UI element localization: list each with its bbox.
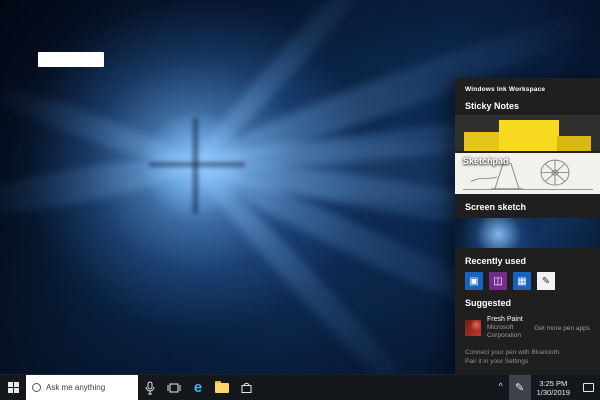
action-center-button[interactable] bbox=[576, 375, 600, 400]
recent-app-1-icon[interactable]: ▣ bbox=[465, 272, 483, 290]
search-placeholder: Ask me anything bbox=[46, 383, 105, 392]
edge-browser-button[interactable]: e bbox=[186, 375, 210, 400]
recently-used-label: Recently used bbox=[455, 248, 600, 270]
clock-date: 1/30/2019 bbox=[537, 388, 570, 397]
watermark-box bbox=[38, 52, 104, 67]
tray-chevron-up-button[interactable]: ^ bbox=[493, 375, 509, 400]
pair-in-settings-link[interactable]: Pair it in your Settings bbox=[465, 357, 590, 366]
panel-title: Windows Ink Workspace bbox=[455, 78, 600, 93]
action-center-icon bbox=[583, 383, 594, 392]
panel-footer: Connect your pen with Bluetooth. Pair it… bbox=[455, 340, 600, 374]
sketchpad-thumbnail[interactable]: Sketchpad bbox=[455, 153, 600, 194]
recent-app-2-icon[interactable]: ◫ bbox=[489, 272, 507, 290]
recent-app-4-icon[interactable]: ✎ bbox=[537, 272, 555, 290]
edge-icon: e bbox=[194, 380, 202, 395]
get-more-pen-apps-link[interactable]: Get more pen apps bbox=[534, 325, 590, 332]
store-button[interactable] bbox=[234, 375, 258, 400]
store-bag-icon bbox=[240, 381, 253, 394]
start-button[interactable] bbox=[0, 375, 26, 400]
recently-used-row: ▣ ◫ ▦ ✎ bbox=[455, 270, 600, 290]
ink-workspace-tray-button[interactable]: ✎ bbox=[509, 375, 531, 400]
bluetooth-hint-text: Connect your pen with Bluetooth. bbox=[465, 348, 590, 357]
windows-ink-workspace-panel: Windows Ink Workspace Sticky Notes Sketc… bbox=[455, 78, 600, 374]
screen-sketch-thumbnail[interactable] bbox=[455, 218, 600, 248]
windows-logo-icon bbox=[8, 382, 19, 393]
sticky-notes-thumbnail[interactable] bbox=[455, 115, 600, 151]
suggested-app-name: Fresh Paint bbox=[487, 316, 528, 324]
chevron-up-icon: ^ bbox=[499, 381, 503, 391]
desktop: Windows Ink Workspace Sticky Notes Sketc… bbox=[0, 0, 600, 400]
sticky-note-shape bbox=[499, 120, 560, 151]
taskbar-clock[interactable]: 3:25 PM 1/30/2019 bbox=[531, 375, 576, 400]
folder-icon bbox=[215, 383, 229, 393]
taskbar: Ask me anything e bbox=[0, 374, 600, 400]
window-logo-mullion bbox=[149, 162, 245, 167]
sticky-note-shape bbox=[557, 136, 592, 150]
sticky-note-shape bbox=[464, 132, 502, 151]
suggested-app-row[interactable]: Fresh Paint Microsoft Corporation Get mo… bbox=[455, 312, 600, 340]
taskbar-empty-area bbox=[258, 375, 493, 400]
sticky-notes-label: Sticky Notes bbox=[455, 93, 600, 115]
recent-app-3-icon[interactable]: ▦ bbox=[513, 272, 531, 290]
task-view-button[interactable] bbox=[162, 375, 186, 400]
microphone-button[interactable] bbox=[138, 375, 162, 400]
task-view-icon bbox=[167, 382, 181, 394]
pen-icon: ✎ bbox=[515, 381, 524, 394]
search-input[interactable]: Ask me anything bbox=[26, 375, 138, 400]
clock-time: 3:25 PM bbox=[539, 379, 567, 388]
screen-sketch-label: Screen sketch bbox=[455, 194, 600, 216]
sketchpad-label: Sketchpad bbox=[463, 156, 509, 166]
file-explorer-button[interactable] bbox=[210, 375, 234, 400]
cortana-icon bbox=[32, 383, 41, 392]
fresh-paint-icon bbox=[465, 320, 481, 336]
microphone-icon bbox=[144, 381, 156, 395]
suggested-app-publisher: Microsoft Corporation bbox=[487, 324, 528, 340]
suggested-label: Suggested bbox=[455, 290, 600, 312]
